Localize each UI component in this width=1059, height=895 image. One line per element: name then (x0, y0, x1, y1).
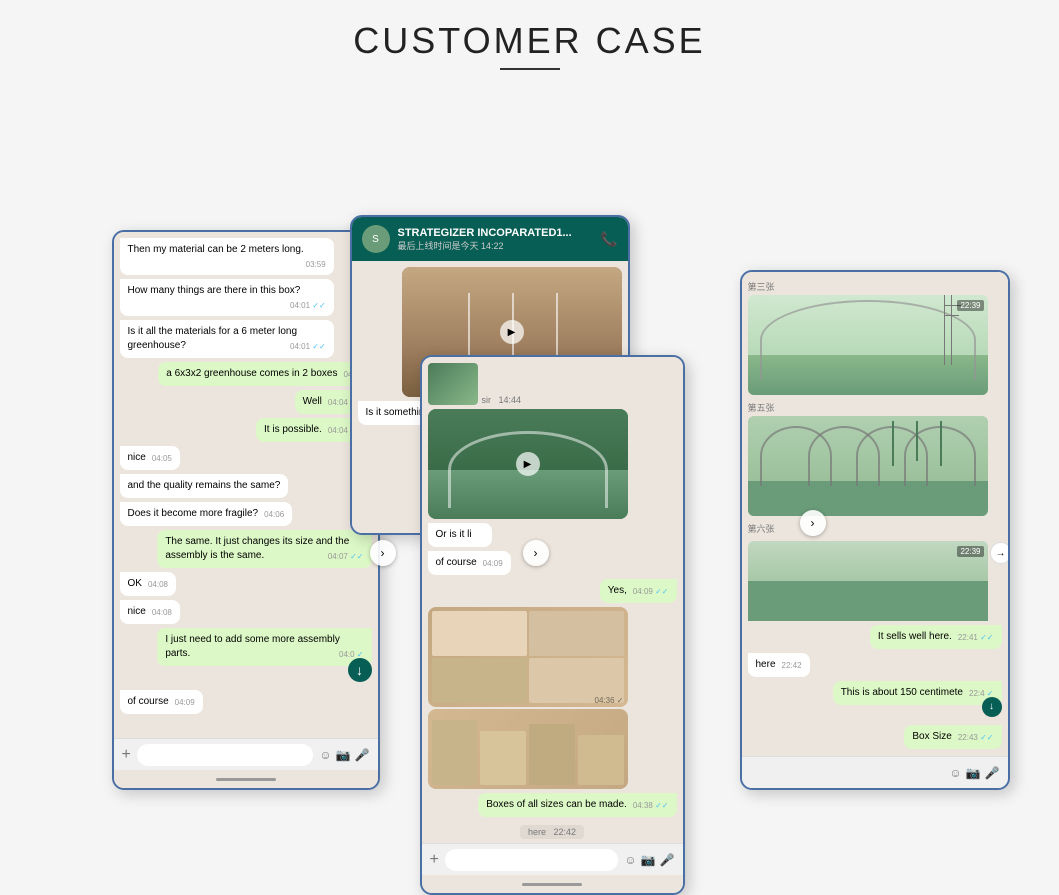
nav-right-btn-1[interactable]: › (370, 540, 396, 566)
contact-status-2: 最后上线时间是今天 14:22 (398, 239, 593, 252)
msg-bubble: The same. It just changes its size and t… (157, 530, 371, 568)
msg-bubble: nice 04:08 (120, 600, 180, 624)
arch-image-1: 22:39 (748, 295, 988, 395)
chat-input-bar-4[interactable]: ☺ 📷 🎤 (742, 756, 1008, 788)
msg-bubble: It sells well here. 22:41 ✓✓ (870, 625, 1002, 649)
phone-icon-2[interactable]: 📞 (600, 231, 617, 248)
message-input-3[interactable] (445, 849, 618, 871)
message-input[interactable] (137, 744, 313, 766)
chat-input-bar-1[interactable]: + ☺ 📷 🎤 (114, 738, 378, 770)
avatar-2: S (362, 225, 390, 253)
arch-image-3: 22:39 (748, 541, 988, 621)
nav-right-btn-2[interactable]: › (523, 540, 549, 566)
msg-bubble: How many things are there in this box?04… (120, 279, 334, 316)
there-label: here 22:42 (520, 825, 584, 839)
msg-bubble: This is about 150 centimete 22:4 ✓ ↓ (833, 681, 1002, 705)
contact-name-2: STRATEGIZER INCOPARATED1... (398, 227, 593, 239)
msg-bubble: of course 04:09 (428, 551, 511, 575)
home-bar (216, 778, 276, 781)
plus-icon-3[interactable]: + (430, 851, 439, 869)
camera-icon-4[interactable]: 📷 (966, 766, 981, 780)
mic-icon-4[interactable]: 🎤 (985, 766, 1000, 780)
msg-bubble: nice 04:05 (120, 446, 180, 470)
home-bar-3 (522, 883, 582, 886)
play-button[interactable]: ▶ (500, 320, 524, 344)
msg-bubble: and the quality remains the same? (120, 474, 289, 498)
msg-bubble: Is it all the materials for a 6 meter lo… (120, 320, 334, 358)
screenshot-3: sir 14:44 ▶ Or (420, 355, 685, 895)
screenshot-1: Then my material can be 2 meters long.03… (112, 230, 380, 790)
nav-right-btn-3[interactable]: › (800, 510, 826, 536)
msg-bubble: Yes, 04:09 ✓✓ (600, 579, 677, 603)
msg-bubble: Or is it li... (428, 523, 493, 547)
mic-icon[interactable]: 🎤 (355, 748, 370, 762)
plus-icon[interactable]: + (122, 746, 131, 764)
page-title: CUSTOMER CASE (353, 20, 705, 62)
section-label-6: 第六张 (748, 520, 1002, 537)
msg-bubble: Boxes of all sizes can be made.04:38 ✓✓ (478, 793, 676, 817)
forward-icon[interactable]: → (990, 542, 1008, 564)
camera-icon[interactable]: 📷 (336, 748, 351, 762)
msg-bubble: Box Size 22:43 ✓✓ (904, 725, 1001, 749)
msg-bubble: I just need to add some more assembly pa… (157, 628, 371, 666)
arch-image-2 (748, 416, 988, 516)
screenshots-container: Then my material can be 2 meters long.03… (40, 120, 1020, 820)
chat-icons-4: ☺ 📷 🎤 (750, 766, 1000, 780)
msg-bubble: a 6x3x2 greenhouse comes in 2 boxes04:03 (158, 362, 371, 386)
emoji-icon[interactable]: ☺ (319, 748, 331, 762)
messages-area-1: Then my material can be 2 meters long.03… (114, 232, 378, 738)
chat-header-2: S STRATEGIZER INCOPARATED1... 最后上线时间是今天 … (352, 217, 628, 261)
messages-area-3: sir 14:44 ▶ Or (422, 357, 683, 843)
msg-bubble: of course 04:09 (120, 690, 203, 714)
msg-bubble: here 22:42 (748, 653, 810, 677)
msg-bubble: OK 04:08 (120, 572, 176, 596)
title-underline (500, 68, 560, 70)
section-label-3: 第三张 (748, 278, 1002, 295)
chat-icons: ☺ 📷 🎤 (319, 748, 369, 762)
contact-info-2: STRATEGIZER INCOPARATED1... 最后上线时间是今天 14… (398, 227, 593, 252)
section-label-5: 第五张 (748, 399, 1002, 416)
emoji-icon-4[interactable]: ☺ (949, 766, 961, 780)
msg-bubble: Does it become more fragile?04:06 (120, 502, 293, 526)
home-indicator (114, 770, 378, 788)
play-button-3[interactable]: ▶ (516, 452, 540, 476)
chat-input-bar-3[interactable]: + ☺ 📷 🎤 (422, 843, 683, 875)
msg-bubble: Then my material can be 2 meters long.03… (120, 238, 334, 275)
screenshot-4: 第三张 22:39 第五张 (740, 270, 1010, 790)
messages-area-4: 第三张 22:39 第五张 (742, 272, 1008, 756)
home-indicator-3 (422, 875, 683, 893)
